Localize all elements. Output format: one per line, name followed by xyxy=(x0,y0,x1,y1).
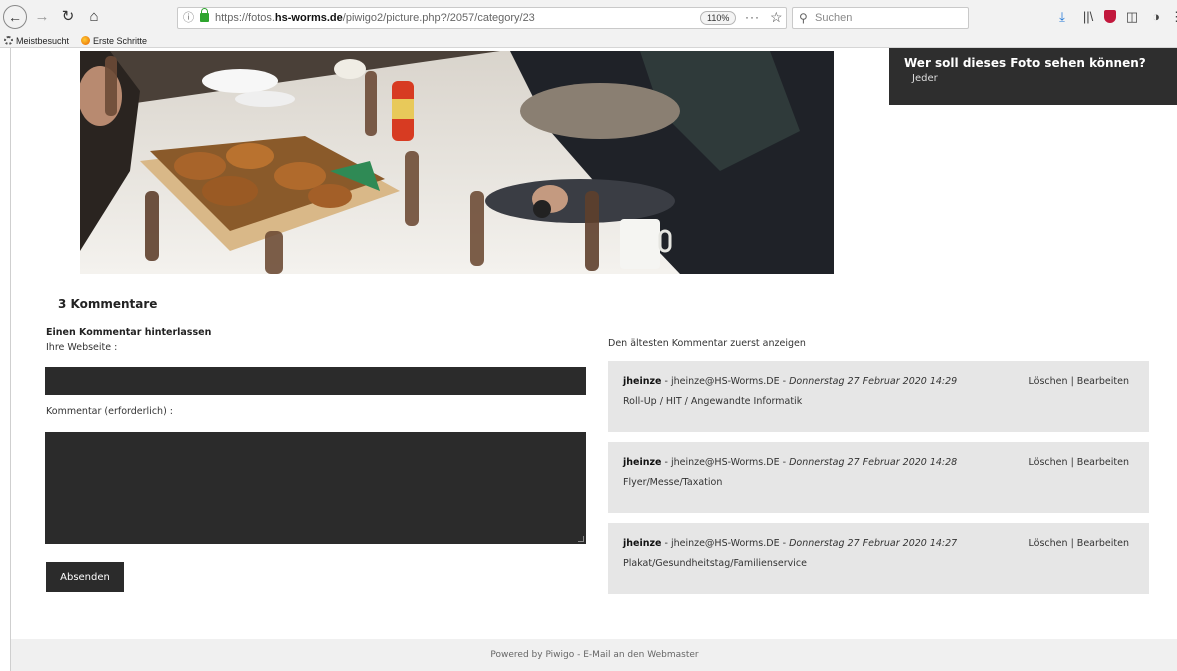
search-input[interactable]: ⚲ Suchen xyxy=(792,7,969,29)
zoom-badge[interactable]: 110% xyxy=(700,11,737,25)
comment-form-title: Einen Kommentar hinterlassen xyxy=(46,327,212,338)
sort-order-link[interactable]: Den ältesten Kommentar zuerst anzeigen xyxy=(608,338,806,349)
comment-item: jheinze - jheinze@HS-Worms.DE - Donnerst… xyxy=(608,523,1149,594)
reload-icon[interactable]: ↻ xyxy=(57,7,79,27)
sidebar-toggle-icon[interactable]: ◫ xyxy=(1123,8,1141,26)
privacy-panel: Wer soll dieses Foto sehen können? Jeder xyxy=(889,48,1177,105)
edit-link[interactable]: Bearbeiten xyxy=(1077,457,1129,468)
comment-author[interactable]: jheinze xyxy=(623,457,661,468)
footer-separator: - xyxy=(574,650,584,660)
delete-link[interactable]: Löschen xyxy=(1029,457,1068,468)
forward-arrow-icon[interactable]: → xyxy=(31,7,53,27)
comment-date: Donnerstag 27 Februar 2020 14:28 xyxy=(789,457,958,468)
privacy-title: Wer soll dieses Foto sehen können? xyxy=(904,56,1146,70)
extension-icon[interactable]: ◑ xyxy=(1147,8,1165,26)
comment-actions: Löschen | Bearbeiten xyxy=(1028,538,1129,549)
comment-header: jheinze - jheinze@HS-Worms.DE - Donnerst… xyxy=(623,538,958,549)
download-icon[interactable]: ⤓ xyxy=(1053,8,1071,26)
comment-item: jheinze - jheinze@HS-Worms.DE - Donnerst… xyxy=(608,442,1149,513)
comment-actions: Löschen | Bearbeiten xyxy=(1028,457,1129,468)
submit-button[interactable]: Absenden xyxy=(46,562,124,592)
comment-textarea[interactable] xyxy=(45,432,586,544)
browser-chrome: ← → ↻ ⌂ ⓘ https://fotos.hs-worms.de/piwi… xyxy=(0,0,1177,48)
info-icon[interactable]: ⓘ xyxy=(183,8,194,28)
website-label: Ihre Webseite : xyxy=(46,342,118,353)
page-footer: Powered by Piwigo - E-Mail an den Webmas… xyxy=(11,639,1177,671)
comment-author[interactable]: jheinze xyxy=(623,538,661,549)
photo-illustration xyxy=(80,51,834,274)
comment-date: Donnerstag 27 Februar 2020 14:27 xyxy=(789,538,958,549)
url-text[interactable]: https://fotos.hs-worms.de/piwigo2/pictur… xyxy=(215,8,535,28)
delete-link[interactable]: Löschen xyxy=(1029,538,1068,549)
comment-date: Donnerstag 27 Februar 2020 14:29 xyxy=(789,376,958,387)
lock-icon xyxy=(200,8,209,22)
comment-label: Kommentar (erforderlich) : xyxy=(46,406,173,417)
bookmark-star-icon[interactable]: ☆ xyxy=(770,7,783,27)
gear-icon xyxy=(4,36,13,45)
url-prefix: https://fotos. xyxy=(215,12,275,24)
comment-email: jheinze@HS-Worms.DE xyxy=(670,376,780,387)
search-icon: ⚲ xyxy=(799,11,808,25)
comment-header: jheinze - jheinze@HS-Worms.DE - Donnerst… xyxy=(623,376,958,387)
firefox-icon xyxy=(81,36,90,45)
ublock-shield-icon[interactable] xyxy=(1101,8,1119,26)
url-bar[interactable]: ⓘ https://fotos.hs-worms.de/piwigo2/pict… xyxy=(177,7,787,29)
comment-text: Flyer/Messe/Taxation xyxy=(623,477,723,488)
search-placeholder: Suchen xyxy=(815,12,853,24)
bookmarks-toolbar: Meistbesucht Erste Schritte xyxy=(0,35,1177,48)
bookmark-label: Erste Schritte xyxy=(93,36,148,46)
home-icon[interactable]: ⌂ xyxy=(83,7,105,27)
comment-email: jheinze@HS-Worms.DE xyxy=(670,538,780,549)
edit-link[interactable]: Bearbeiten xyxy=(1077,538,1129,549)
comment-item: jheinze - jheinze@HS-Worms.DE - Donnerst… xyxy=(608,361,1149,432)
library-icon[interactable]: ||\ xyxy=(1079,8,1097,26)
webmaster-email-link[interactable]: E-Mail an den Webmaster xyxy=(583,650,698,660)
page-actions-icon[interactable]: ··· xyxy=(745,7,760,27)
overflow-menu-icon[interactable]: ⋮ xyxy=(1170,8,1177,26)
comment-email: jheinze@HS-Worms.DE xyxy=(670,457,780,468)
bookmark-label: Meistbesucht xyxy=(16,36,70,46)
comments-count: 3 Kommentare xyxy=(58,297,158,311)
privacy-value[interactable]: Jeder xyxy=(912,73,938,84)
url-path: /piwigo2/picture.php?/2057/category/23 xyxy=(342,12,535,24)
comment-author[interactable]: jheinze xyxy=(623,376,661,387)
delete-link[interactable]: Löschen xyxy=(1029,376,1068,387)
comment-text: Roll-Up / HIT / Angewandte Informatik xyxy=(623,396,803,407)
back-arrow-icon[interactable]: ← xyxy=(3,5,27,29)
comment-header: jheinze - jheinze@HS-Worms.DE - Donnerst… xyxy=(623,457,958,468)
footer-powered-by: Powered by xyxy=(490,650,543,660)
browser-toolbar: ← → ↻ ⌂ ⓘ https://fotos.hs-worms.de/piwi… xyxy=(0,0,1177,34)
piwigo-link[interactable]: Piwigo xyxy=(545,650,574,660)
page-content: Wer soll dieses Foto sehen können? Jeder… xyxy=(10,48,1177,671)
bookmark-getting-started[interactable]: Erste Schritte xyxy=(81,35,147,48)
website-field[interactable] xyxy=(45,367,586,395)
comment-text: Plakat/Gesundheitstag/Familienservice xyxy=(623,558,807,569)
resize-grip-icon[interactable] xyxy=(578,536,584,542)
edit-link[interactable]: Bearbeiten xyxy=(1077,376,1129,387)
main-photo[interactable] xyxy=(80,51,834,274)
bookmark-most-visited[interactable]: Meistbesucht xyxy=(4,35,69,48)
url-domain: hs-worms.de xyxy=(274,12,343,24)
comment-actions: Löschen | Bearbeiten xyxy=(1028,376,1129,387)
